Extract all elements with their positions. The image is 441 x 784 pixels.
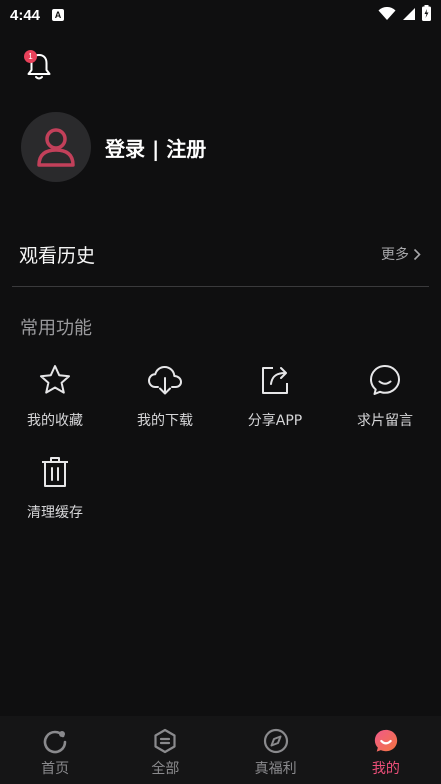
app-notification-icon: A (52, 9, 65, 21)
cloud-download-icon (148, 366, 182, 395)
compass-icon (263, 728, 288, 754)
star-icon (40, 365, 70, 394)
more-label: 更多 (381, 247, 409, 263)
share-icon (262, 367, 288, 394)
status-time: 4:44 (10, 6, 41, 24)
downloads-button[interactable]: 我的下载 (110, 362, 220, 430)
signal-icon (402, 6, 416, 25)
tab-all[interactable]: 全部 (110, 716, 220, 784)
home-icon (43, 730, 67, 754)
profile-icon (374, 729, 398, 752)
function-label: 分享APP (247, 413, 303, 429)
login-register-link[interactable]: 登录 | 注册 (105, 133, 206, 162)
notification-badge: 1 (24, 50, 37, 63)
tab-home[interactable]: 首页 (0, 716, 110, 784)
history-more-link[interactable]: 更多 (381, 244, 421, 264)
tab-mine[interactable]: 我的 (331, 716, 441, 784)
watch-history-title: 观看历史 (19, 244, 96, 267)
profile-login[interactable]: 登录 | 注册 (21, 112, 206, 182)
chevron-right-icon (413, 248, 421, 260)
function-label: 求片留言 (357, 413, 413, 429)
status-bar: 4:44 A (0, 0, 441, 30)
favorites-button[interactable]: 我的收藏 (0, 362, 110, 430)
trash-icon (42, 457, 68, 487)
function-label: 清理缓存 (27, 505, 83, 521)
divider (12, 286, 429, 287)
tab-welfare[interactable]: 真福利 (221, 716, 331, 784)
clear-cache-button[interactable]: 清理缓存 (0, 454, 110, 522)
wifi-icon (378, 6, 396, 25)
share-app-button[interactable]: 分享APP (220, 362, 330, 430)
function-label: 我的收藏 (27, 413, 83, 429)
watch-history-row[interactable]: 观看历史 更多 (19, 236, 421, 272)
app-notification-letter: A (54, 10, 62, 20)
list-icon (154, 728, 176, 754)
message-icon (370, 365, 400, 395)
common-functions-title: 常用功能 (20, 318, 92, 339)
tab-label: 真福利 (254, 761, 297, 777)
user-avatar-icon (37, 128, 75, 167)
tab-label: 我的 (371, 761, 400, 777)
function-label: 我的下载 (137, 413, 193, 429)
request-message-button[interactable]: 求片留言 (330, 362, 440, 430)
avatar[interactable] (21, 112, 91, 182)
tab-label: 全部 (151, 761, 180, 777)
bottom-tab-bar: 首页 全部 真福利 我的 (0, 716, 441, 784)
tab-label: 首页 (41, 761, 70, 777)
notification-button[interactable]: 1 (24, 50, 54, 82)
battery-icon (422, 5, 431, 25)
